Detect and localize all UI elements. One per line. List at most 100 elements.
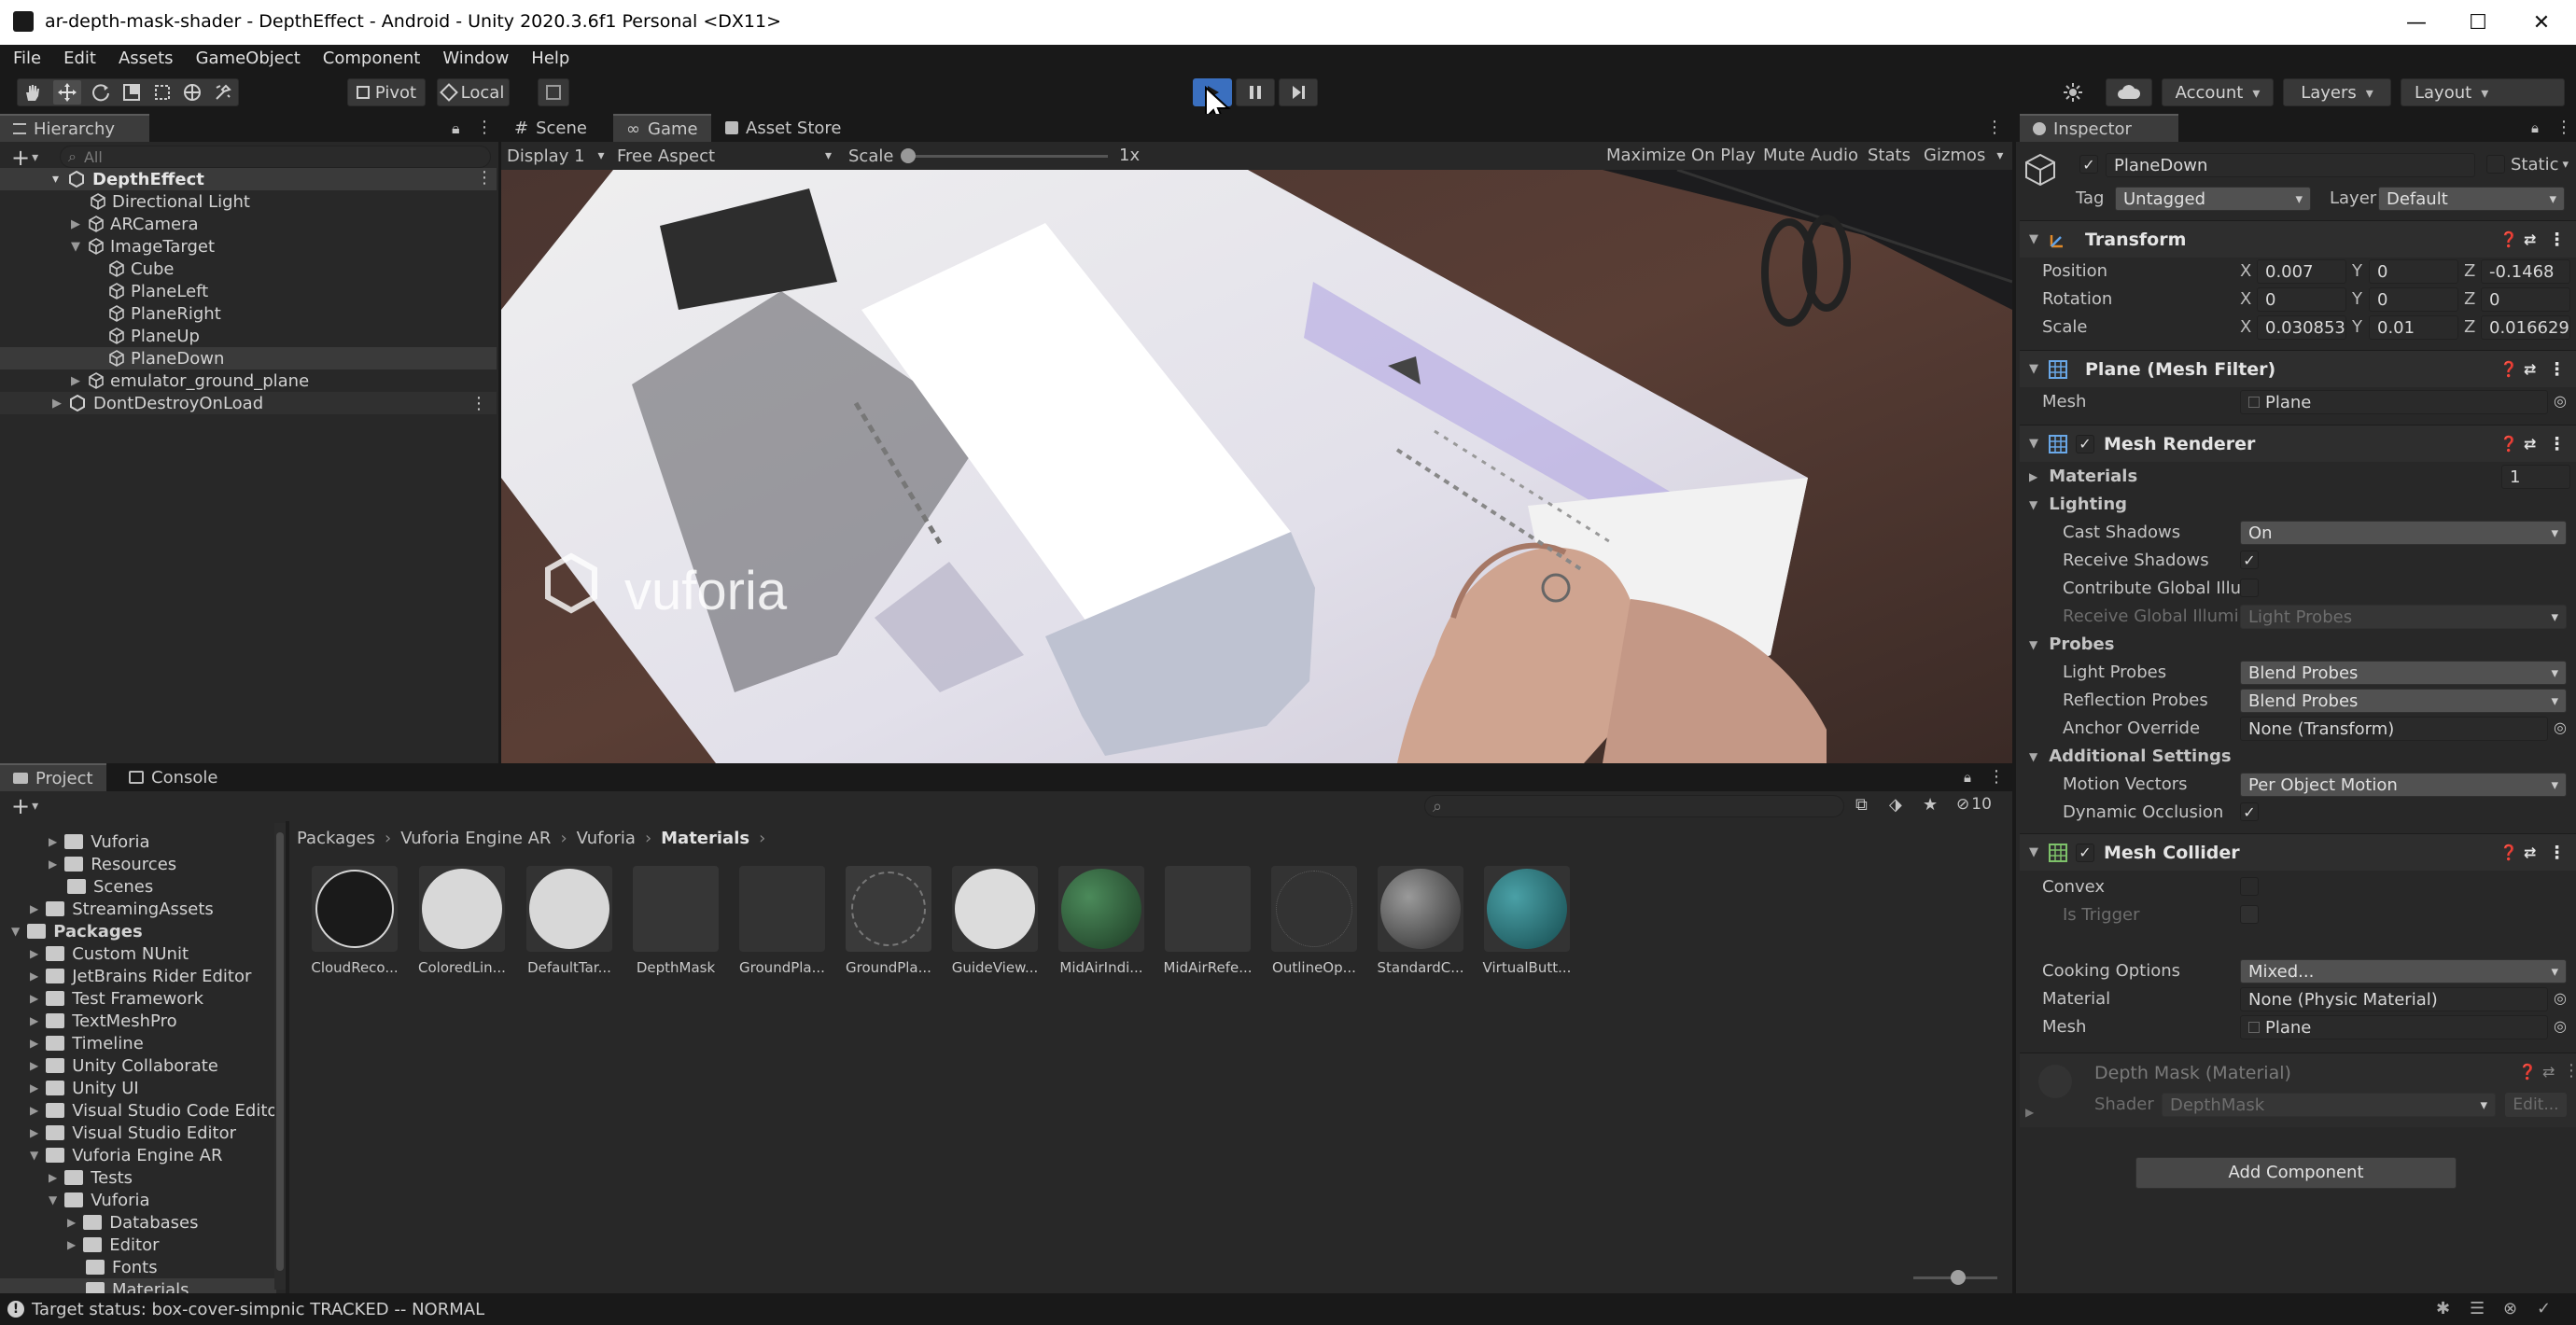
lock-icon[interactable]: 🔒︎ (2531, 119, 2539, 136)
shader-edit-button[interactable]: Edit... (2505, 1093, 2567, 1117)
materials-count-field[interactable]: 1 (2501, 465, 2570, 489)
cooking-options-dropdown[interactable]: Mixed... (2240, 959, 2567, 983)
preset-icon[interactable]: ⇄ (2524, 435, 2536, 453)
object-picker-icon[interactable]: ◎ (2554, 1017, 2567, 1035)
tree-scrollbar[interactable] (274, 823, 286, 1290)
expand-arrow-icon[interactable]: ▶ (30, 992, 38, 1005)
bug-icon[interactable]: ✱ (2436, 1299, 2450, 1318)
tab-scene[interactable]: # Scene (501, 114, 600, 142)
breadcrumb-item[interactable]: Materials (661, 829, 749, 848)
tree-item[interactable]: Scenes (0, 875, 153, 898)
expand-arrow-icon[interactable]: ▶ (30, 1104, 38, 1117)
hierarchy-item[interactable]: PlaneRight (0, 302, 497, 325)
lighting-foldout[interactable]: ▼ Lighting (2029, 495, 2127, 514)
grid-snap-button[interactable] (538, 78, 569, 106)
menu-window[interactable]: Window (442, 49, 509, 68)
receive-shadows-checkbox[interactable]: ✓ (2240, 551, 2259, 569)
expand-arrow-icon[interactable]: ▶ (30, 1126, 38, 1139)
expand-arrow-icon[interactable]: ▶ (30, 1081, 38, 1095)
asset-tile[interactable]: MidAirIndi... (1055, 866, 1148, 976)
custom-tool-icon[interactable] (213, 82, 233, 103)
object-name-input[interactable]: PlaneDown (2106, 153, 2475, 177)
add-icon[interactable]: + (11, 793, 30, 819)
filter-by-label-icon[interactable]: ⬗ (1889, 795, 1902, 815)
menu-assets[interactable]: Assets (119, 49, 174, 68)
tree-item[interactable]: ▼ Vuforia (0, 1189, 150, 1211)
asset-tile[interactable]: ColoredLin... (415, 866, 509, 976)
hierarchy-item[interactable]: PlaneUp (0, 325, 497, 347)
game-view[interactable]: vuforia (501, 170, 2012, 763)
expand-arrow-icon[interactable]: ▶ (30, 1037, 38, 1050)
tree-item[interactable]: ▶ Timeline (0, 1032, 144, 1054)
help-icon[interactable]: ❓ (2499, 844, 2518, 861)
hierarchy-search-input[interactable]: ⌕ All (60, 146, 491, 168)
asset-tile[interactable]: GroundPla... (842, 866, 935, 976)
expand-arrow-icon[interactable]: ▶ (30, 1059, 38, 1072)
asset-tile[interactable]: StandardC... (1374, 866, 1467, 976)
icon-size-slider-handle[interactable] (1951, 1270, 1966, 1285)
stats-toggle[interactable]: Stats (1868, 146, 1911, 165)
asset-tile[interactable]: MidAirRefe... (1161, 866, 1254, 976)
kebab-menu-icon[interactable]: ⋮ (476, 118, 493, 137)
kebab-menu-icon[interactable]: ⋮ (1986, 118, 2003, 137)
anchor-override-field[interactable]: None (Transform) (2240, 717, 2548, 741)
asset-tile[interactable]: CloudReco... (308, 866, 401, 976)
hierarchy-item[interactable]: Cube (0, 258, 497, 280)
menu-help[interactable]: Help (531, 49, 569, 68)
expand-arrow-icon[interactable]: ▶ (67, 1238, 76, 1251)
menu-edit[interactable]: Edit (63, 49, 96, 68)
breadcrumb-item[interactable]: Packages (297, 829, 375, 848)
hierarchy-item[interactable]: ▼ ImageTarget (0, 235, 497, 258)
menu-file[interactable]: File (13, 49, 41, 68)
scale-slider-handle[interactable] (901, 148, 916, 163)
position-y-field[interactable]: 0 (2369, 259, 2458, 284)
tab-project[interactable]: Project (0, 763, 106, 791)
expand-arrow-icon[interactable]: ▶ (30, 902, 38, 915)
hidden-packages-toggle[interactable]: ⊘ 10 (1956, 795, 1992, 814)
asset-tile[interactable]: OutlineOp... (1267, 866, 1361, 976)
help-icon[interactable]: ❓ (2499, 435, 2518, 453)
expand-arrow-icon[interactable]: ▼ (30, 1149, 38, 1162)
position-x-field[interactable]: 0.007 (2257, 259, 2346, 284)
tree-item[interactable]: ▼ Vuforia Engine AR (0, 1144, 222, 1166)
light-probes-dropdown[interactable]: Blend Probes (2240, 661, 2567, 685)
breadcrumb-item[interactable]: Vuforia (577, 829, 636, 848)
expand-arrow-icon[interactable]: ▼ (49, 1193, 57, 1206)
kebab-menu-icon[interactable]: ⋮ (470, 394, 487, 413)
status-message[interactable]: Target status: box-cover-simpnic TRACKED… (32, 1300, 484, 1319)
static-dropdown[interactable]: Static ▾ (2511, 155, 2569, 174)
expand-arrow-icon[interactable]: ▶ (49, 858, 57, 871)
mesh-object-field[interactable]: Plane (2240, 390, 2548, 414)
hierarchy-item[interactable]: Directional Light (0, 190, 497, 213)
shader-dropdown[interactable]: DepthMask (2162, 1093, 2496, 1117)
preset-icon[interactable]: ⇄ (2524, 230, 2536, 248)
close-button[interactable]: ✕ (2511, 0, 2572, 45)
mesh-renderer-header[interactable]: ▼ ✓ Mesh Renderer ❓ ⇄ ⋮ (2020, 425, 2576, 462)
aspect-dropdown[interactable]: Free Aspect ▾ (617, 144, 837, 168)
kebab-menu-icon[interactable]: ⋮ (2548, 359, 2566, 380)
tag-dropdown[interactable]: Untagged (2115, 187, 2311, 211)
preset-icon[interactable]: ⇄ (2542, 1063, 2555, 1081)
expand-arrow-icon[interactable]: ▶ (49, 1171, 57, 1184)
asset-tile[interactable]: GuideView... (948, 866, 1042, 976)
mesh-collider-header[interactable]: ▼ ✓ Mesh Collider ❓ ⇄ ⋮ (2020, 833, 2576, 871)
materials-foldout[interactable]: ▶ Materials (2029, 467, 2137, 486)
reflection-probes-dropdown[interactable]: Blend Probes (2240, 689, 2567, 713)
tab-hierarchy[interactable]: Hierarchy (0, 114, 149, 142)
filter-by-type-icon[interactable]: ⧉ (1855, 795, 1868, 815)
object-picker-icon[interactable]: ◎ (2554, 989, 2567, 1007)
cast-shadows-dropdown[interactable]: On (2240, 521, 2567, 545)
object-picker-icon[interactable]: ◎ (2554, 718, 2567, 736)
expand-arrow-icon[interactable]: ▼ (71, 240, 80, 254)
tree-item[interactable]: ▶ JetBrains Rider Editor (0, 965, 251, 987)
object-picker-icon[interactable]: ◎ (2554, 392, 2567, 410)
help-icon[interactable]: ❓ (2499, 360, 2518, 378)
project-search-input[interactable]: ⌕ (1424, 795, 1844, 817)
kebab-menu-icon[interactable]: ⋮ (1988, 767, 2005, 787)
asset-tile[interactable]: DepthMask (629, 866, 722, 976)
expand-arrow-icon[interactable]: ▶ (2025, 1106, 2034, 1119)
services-button[interactable] (2053, 78, 2093, 106)
transform-tool-icon[interactable] (182, 82, 203, 103)
maximize-on-play-toggle[interactable]: Maximize On Play (1606, 146, 1756, 165)
mesh-renderer-enabled-checkbox[interactable]: ✓ (2076, 434, 2094, 453)
